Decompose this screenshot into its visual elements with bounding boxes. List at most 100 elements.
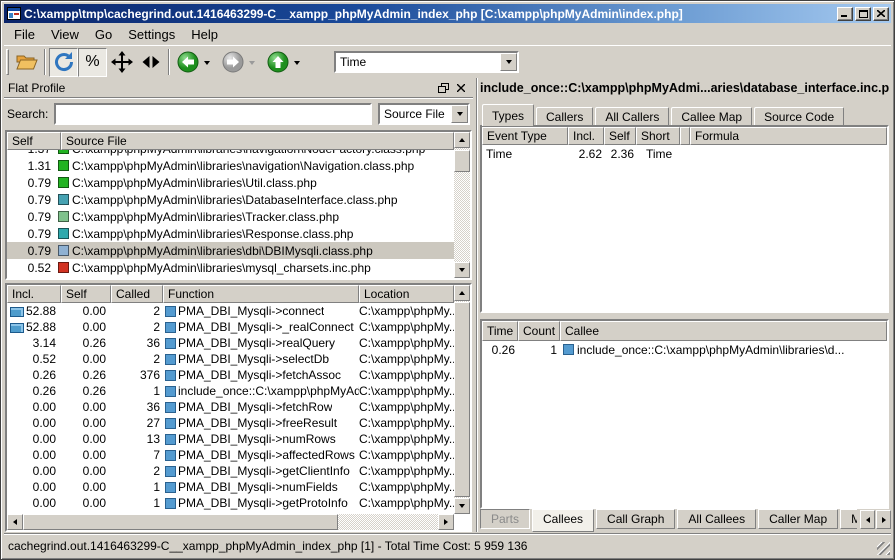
open-file-button[interactable] (12, 48, 41, 77)
grouping-select[interactable]: Source File (378, 103, 470, 125)
float-button[interactable] (435, 80, 451, 95)
column-header[interactable]: Formula (690, 127, 887, 145)
detail-bottom-tab[interactable]: Callees (532, 509, 594, 532)
scroll-up-button[interactable] (454, 285, 470, 301)
up-dropdown-arrow[interactable] (294, 61, 300, 65)
function-row[interactable]: 0.52 0.00 2 PMA_DBI_Mysqli->selectDb C:\… (7, 351, 454, 367)
maximize-button[interactable] (855, 7, 871, 21)
column-header[interactable]: Self (7, 132, 61, 150)
expand-all-button[interactable] (107, 48, 136, 77)
menu-item[interactable]: Settings (120, 24, 183, 45)
up-button[interactable] (263, 48, 292, 77)
cycle-detection-button[interactable] (136, 48, 165, 77)
detail-tab[interactable]: Callers (536, 107, 593, 126)
column-header[interactable]: Count (518, 321, 560, 341)
function-row[interactable]: 0.00 0.00 1 PMA_DBI_Mysqli->getProtoInfo… (7, 495, 454, 511)
scrollbar-track[interactable] (454, 301, 470, 498)
function-row[interactable]: 0.00 0.00 7 PMA_DBI_Mysqli->affectedRows… (7, 447, 454, 463)
column-header[interactable]: Self (61, 285, 111, 303)
detail-tab[interactable]: Types (482, 104, 534, 126)
back-button[interactable] (173, 48, 202, 77)
scrollbar-track[interactable] (23, 514, 438, 530)
column-header[interactable] (680, 127, 690, 145)
title-bar[interactable]: C:\xampp\tmp\cachegrind.out.1416463299-C… (4, 4, 891, 23)
detail-bottom-tab[interactable]: Caller Map (758, 509, 838, 529)
scroll-left-button[interactable] (7, 514, 23, 530)
menu-item[interactable]: Go (87, 24, 120, 45)
function-row[interactable]: 3.14 0.26 36 PMA_DBI_Mysqli->realQuery C… (7, 335, 454, 351)
column-header[interactable]: Self (604, 127, 636, 145)
detail-tab[interactable]: Source Code (754, 107, 844, 126)
tabs-scroll-left-button[interactable] (860, 510, 875, 529)
column-header[interactable]: Function (163, 285, 359, 303)
menu-item[interactable]: View (43, 24, 87, 45)
function-row[interactable]: 52.88 0.00 2 PMA_DBI_Mysqli->_realConnec… (7, 319, 454, 335)
column-header[interactable]: Time (482, 321, 518, 341)
detail-bottom-tab[interactable]: Parts (480, 509, 530, 529)
event-type-row[interactable]: Time 2.62 2.36 Time (482, 145, 887, 162)
source-file-row[interactable]: 1.31 C:\xampp\phpMyAdmin\libraries\navig… (7, 157, 454, 174)
close-button[interactable] (873, 7, 889, 21)
menu-item[interactable]: File (6, 24, 43, 45)
forward-button[interactable] (218, 48, 247, 77)
source-file-row[interactable]: 0.79 C:\xampp\phpMyAdmin\libraries\dbi\D… (7, 242, 454, 259)
function-row[interactable]: 0.00 0.00 36 PMA_DBI_Mysqli->fetchRow C:… (7, 399, 454, 415)
scrollbar-thumb[interactable] (454, 302, 470, 497)
function-row[interactable]: 0.26 0.26 376 PMA_DBI_Mysqli->fetchAssoc… (7, 367, 454, 383)
event-type-select[interactable]: Time (334, 51, 519, 73)
scrollbar-thumb[interactable] (23, 514, 338, 530)
function-icon (165, 482, 176, 493)
function-row[interactable]: 0.00 0.00 1 PMA_DBI_Mysqli->numFields C:… (7, 479, 454, 495)
source-file-row[interactable]: 1.37 C:\xampp\phpMyAdmin\libraries\navig… (7, 150, 454, 157)
horizontal-scrollbar[interactable] (7, 514, 454, 530)
combo-dropdown-button[interactable] (451, 105, 468, 123)
column-header[interactable]: Source File (61, 132, 454, 150)
function-row[interactable]: 0.00 0.00 27 PMA_DBI_Mysqli->freeResult … (7, 415, 454, 431)
resize-grip[interactable] (877, 542, 890, 555)
source-file-row[interactable]: 0.52 C:\xampp\phpMyAdmin\libraries\mysql… (7, 259, 454, 276)
scroll-down-button[interactable] (454, 262, 470, 278)
column-header[interactable]: Callee (560, 321, 887, 341)
search-input[interactable] (54, 103, 372, 125)
source-file-row[interactable]: 0.79 C:\xampp\phpMyAdmin\libraries\Track… (7, 208, 454, 225)
function-row[interactable]: 0.26 0.26 1 include_once::C:\xampp\phpMy… (7, 383, 454, 399)
detail-tab[interactable]: Callee Map (671, 107, 752, 126)
location-cell: C:\xampp\phpMy... (359, 320, 454, 334)
column-header[interactable]: Incl. (568, 127, 604, 145)
reload-button[interactable] (49, 48, 78, 77)
scroll-up-button[interactable] (454, 132, 470, 148)
detail-bottom-tab[interactable]: Machine (840, 509, 857, 529)
toolbar-handle[interactable] (6, 49, 9, 75)
scrollbar-thumb[interactable] (454, 150, 470, 172)
scrollbar-track[interactable] (454, 148, 470, 262)
column-header[interactable]: Incl. (7, 285, 61, 303)
detail-bottom-tab[interactable]: Call Graph (596, 509, 675, 529)
function-row[interactable]: 0.00 0.00 13 PMA_DBI_Mysqli->numRows C:\… (7, 431, 454, 447)
source-file-row[interactable]: 0.52 C:\xampp\phpMyAdmin\libraries\user_… (7, 276, 454, 278)
callee-row[interactable]: 0.26 1 include_once::C:\xampp\phpMyAdmin… (482, 341, 887, 358)
menu-item[interactable]: Help (183, 24, 226, 45)
relative-percent-toggle[interactable]: % (78, 48, 107, 77)
detail-tab[interactable]: All Callers (595, 107, 669, 126)
function-row[interactable]: 52.88 0.00 2 PMA_DBI_Mysqli->connect C:\… (7, 303, 454, 319)
column-header[interactable]: Short (636, 127, 680, 145)
source-file-row[interactable]: 0.79 C:\xampp\phpMyAdmin\libraries\Respo… (7, 225, 454, 242)
column-header[interactable]: Called (111, 285, 163, 303)
scroll-down-button[interactable] (454, 498, 470, 514)
column-header[interactable]: Location (359, 285, 454, 303)
tabs-scroll-right-button[interactable] (876, 510, 891, 529)
scroll-right-button[interactable] (438, 514, 454, 530)
called-cell: 376 (111, 368, 163, 382)
dock-header[interactable]: Flat Profile (4, 78, 473, 98)
source-file-row[interactable]: 0.79 C:\xampp\phpMyAdmin\libraries\Util.… (7, 174, 454, 191)
vertical-scrollbar[interactable] (454, 285, 470, 514)
dock-close-button[interactable] (453, 80, 469, 95)
detail-bottom-tab[interactable]: All Callees (677, 509, 756, 529)
back-dropdown-arrow[interactable] (204, 61, 210, 65)
minimize-button[interactable] (837, 7, 853, 21)
vertical-scrollbar[interactable] (454, 132, 470, 278)
combo-dropdown-button[interactable] (500, 53, 517, 71)
column-header[interactable]: Event Type (482, 127, 568, 145)
source-file-row[interactable]: 0.79 C:\xampp\phpMyAdmin\libraries\Datab… (7, 191, 454, 208)
function-row[interactable]: 0.00 0.00 2 PMA_DBI_Mysqli->getClientInf… (7, 463, 454, 479)
